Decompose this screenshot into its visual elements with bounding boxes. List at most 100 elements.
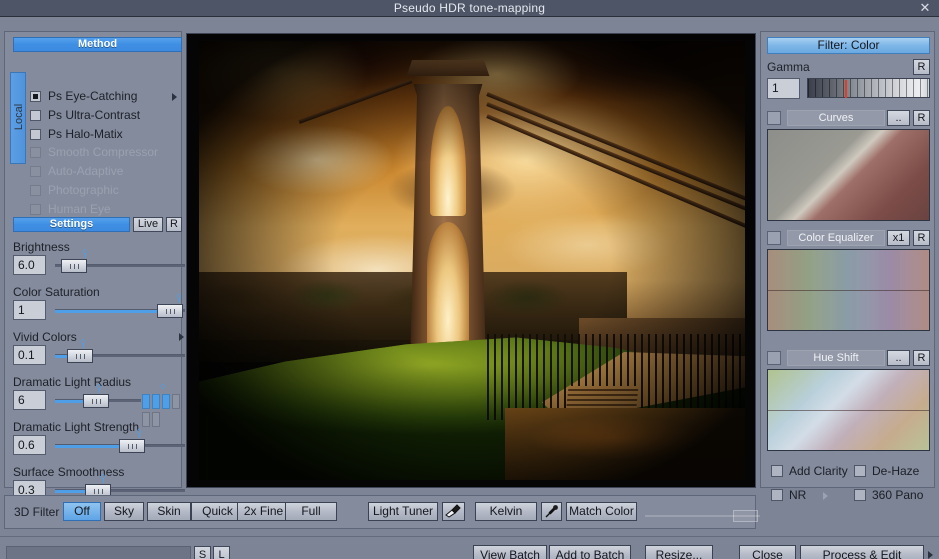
slider-tick-label: 0 bbox=[177, 294, 181, 301]
button-3dfilter-sky[interactable]: Sky bbox=[104, 502, 144, 521]
settings-header[interactable]: Settings bbox=[13, 217, 130, 232]
close-icon[interactable]: ✕ bbox=[917, 1, 933, 16]
brightness-knob[interactable] bbox=[61, 259, 87, 273]
dramatic-light-strength-knob[interactable] bbox=[119, 439, 145, 453]
load-preset-button[interactable]: L bbox=[213, 546, 230, 559]
hue-shift-preview[interactable] bbox=[767, 369, 930, 451]
method-item-ps-eye-catching[interactable]: Ps Eye-Catching bbox=[30, 89, 180, 105]
color-equalizer-title: Color Equalizer bbox=[787, 230, 885, 246]
vivid-colors-value[interactable]: 0.1 bbox=[13, 345, 46, 365]
dramatic-light-strength-value[interactable]: 0.6 bbox=[13, 435, 46, 455]
de-haze-label: De-Haze bbox=[872, 464, 920, 478]
slider-label: Dramatic Light Radius bbox=[13, 375, 132, 389]
button-full[interactable]: Full bbox=[285, 502, 337, 521]
save-preset-button[interactable]: S bbox=[194, 546, 211, 559]
hue-shift-options-button[interactable]: .. bbox=[887, 350, 910, 366]
photo-frame-top bbox=[187, 34, 755, 41]
left-panel: Local Method Ps Eye-Catching Ps Ultra-Co… bbox=[4, 31, 185, 500]
slider-tick-label: 0 bbox=[81, 339, 85, 346]
segment-tick-label: 0 bbox=[161, 384, 165, 391]
color-equalizer-multiplier-button[interactable]: x1 bbox=[887, 230, 910, 246]
checkbox-curves[interactable] bbox=[767, 111, 781, 125]
dramatic-light-radius-segments[interactable] bbox=[142, 394, 185, 427]
checkbox-ps-halo-matix[interactable] bbox=[30, 129, 41, 140]
strength-slider[interactable] bbox=[645, 510, 760, 522]
eyedropper-icon[interactable] bbox=[541, 502, 562, 521]
curves-options-button[interactable]: .. bbox=[887, 110, 910, 126]
button-match-color[interactable]: Match Color bbox=[566, 502, 637, 521]
color-saturation-knob[interactable] bbox=[157, 304, 183, 318]
method-item-photographic: Photographic bbox=[30, 183, 180, 199]
hue-shift-title: Hue Shift bbox=[787, 350, 885, 366]
method-label: Ps Eye-Catching bbox=[48, 89, 138, 103]
brush-icon[interactable] bbox=[442, 502, 465, 521]
slider-label: Brightness bbox=[13, 240, 70, 254]
pano-label: 360 Pano bbox=[872, 488, 924, 502]
button-close[interactable]: Close bbox=[739, 545, 796, 559]
button-3dfilter-skin[interactable]: Skin bbox=[147, 502, 191, 521]
dramatic-light-radius-value[interactable]: 6 bbox=[13, 390, 46, 410]
chevron-right-icon[interactable] bbox=[928, 551, 933, 559]
color-equalizer-preview[interactable] bbox=[767, 249, 930, 331]
method-header[interactable]: Method bbox=[13, 37, 182, 52]
method-item-ps-halo-matix[interactable]: Ps Halo-Matix bbox=[30, 127, 180, 143]
slider-label: Surface Smoothness bbox=[13, 465, 125, 479]
chevron-right-icon[interactable] bbox=[823, 492, 828, 500]
checkbox-de-haze[interactable] bbox=[854, 465, 866, 477]
checkbox-add-clarity[interactable] bbox=[771, 465, 783, 477]
window-title: Pseudo HDR tone-mapping bbox=[393, 1, 546, 15]
strength-slider-knob[interactable] bbox=[733, 510, 758, 522]
file-name-input[interactable] bbox=[6, 546, 191, 559]
button-view-batch[interactable]: View Batch bbox=[473, 545, 547, 559]
image-preview[interactable] bbox=[186, 33, 756, 488]
gamma-marker bbox=[845, 80, 847, 98]
hue-shift-reset-button[interactable]: R bbox=[913, 350, 930, 366]
photo-frame-left bbox=[187, 34, 199, 487]
button-light-tuner[interactable]: Light Tuner bbox=[368, 502, 438, 521]
bottom-toolbar: 3D Filter Off Sky Skin Quick 2x Fine Ful… bbox=[4, 495, 760, 529]
method-label: Auto-Adaptive bbox=[48, 164, 124, 178]
checkbox-360-pano[interactable] bbox=[854, 489, 866, 501]
button-add-to-batch[interactable]: Add to Batch bbox=[549, 545, 631, 559]
color-saturation-value[interactable]: 1 bbox=[13, 300, 46, 320]
slider-label: Dramatic Light Strength bbox=[13, 420, 140, 434]
filter-header[interactable]: Filter: Color bbox=[767, 37, 930, 54]
dramatic-light-radius-knob[interactable] bbox=[83, 394, 109, 408]
curves-reset-button[interactable]: R bbox=[913, 110, 930, 126]
radio-ps-eye-catching[interactable] bbox=[30, 91, 41, 102]
slider-tick-label: 0 bbox=[137, 429, 141, 436]
button-2x-fine[interactable]: 2x Fine bbox=[237, 502, 290, 521]
chevron-right-icon[interactable] bbox=[179, 333, 184, 341]
vivid-colors-knob[interactable] bbox=[67, 349, 93, 363]
checkbox-hue-shift[interactable] bbox=[767, 351, 781, 365]
brush-icon-svg bbox=[445, 504, 461, 518]
brightness-value[interactable]: 6.0 bbox=[13, 255, 46, 275]
settings-reset-button[interactable]: R bbox=[166, 217, 182, 232]
method-item-ps-ultra-contrast[interactable]: Ps Ultra-Contrast bbox=[30, 108, 180, 124]
chevron-right-icon[interactable] bbox=[172, 93, 177, 101]
local-tab[interactable]: Local bbox=[10, 72, 26, 164]
checkbox-nr[interactable] bbox=[771, 489, 783, 501]
pseudo-hdr-window: Pseudo HDR tone-mapping ✕ Local Method P… bbox=[0, 0, 939, 559]
method-item-smooth-compressor: Smooth Compressor bbox=[30, 145, 180, 161]
surface-smoothness-track[interactable] bbox=[55, 489, 185, 493]
live-button[interactable]: Live bbox=[133, 217, 163, 232]
add-clarity-label: Add Clarity bbox=[789, 464, 848, 478]
slider-label: Vivid Colors bbox=[13, 330, 77, 344]
curves-preview[interactable] bbox=[767, 129, 930, 221]
checkbox-ps-ultra-contrast[interactable] bbox=[30, 110, 41, 121]
local-tab-label: Local bbox=[13, 103, 25, 131]
gamma-reset-button[interactable]: R bbox=[913, 59, 930, 75]
button-process-and-edit[interactable]: Process & Edit bbox=[800, 545, 924, 559]
checkbox-color-equalizer[interactable] bbox=[767, 231, 781, 245]
color-equalizer-reset-button[interactable]: R bbox=[913, 230, 930, 246]
method-label: Ps Halo-Matix bbox=[48, 127, 123, 141]
button-kelvin[interactable]: Kelvin bbox=[475, 502, 537, 521]
button-resize[interactable]: Resize... bbox=[645, 545, 713, 559]
gamma-value[interactable]: 1 bbox=[767, 78, 800, 99]
window-body: Local Method Ps Eye-Catching Ps Ultra-Co… bbox=[0, 18, 939, 559]
right-panel: Filter: Color Gamma R 1 Curves .. R Colo… bbox=[760, 31, 935, 502]
button-3dfilter-off[interactable]: Off bbox=[63, 502, 101, 521]
status-bar: S L View Batch Add to Batch Resize... Cl… bbox=[0, 536, 939, 559]
gamma-gradient-strip[interactable] bbox=[807, 78, 930, 98]
